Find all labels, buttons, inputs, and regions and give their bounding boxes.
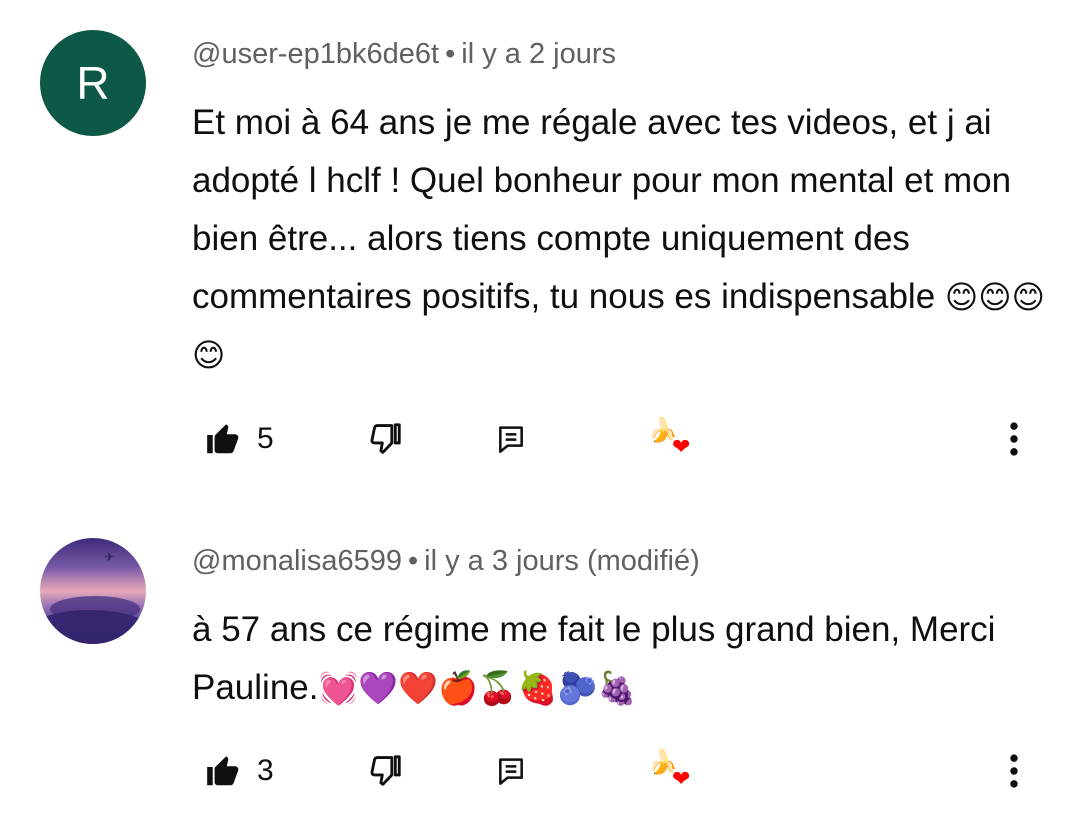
comment-header: @user-ep1bk6de6t • il y a 2 jours	[192, 38, 616, 71]
thumbs-down-icon	[370, 755, 401, 786]
comment-emojis: 💓💜❤️🍎🍒🍓🫐🍇	[318, 670, 638, 706]
comment-header: @monalisa6599 • il y a 3 jours (modifié)	[192, 545, 700, 578]
like-button[interactable]: 5	[203, 414, 274, 464]
comment-time: il y a 3 jours (modifié)	[424, 545, 700, 577]
thumbs-up-icon	[207, 424, 239, 454]
avatar[interactable]: R	[40, 30, 146, 136]
comment-item: ✈ @monalisa6599 • il y a 3 jours (modifié)…	[0, 500, 1079, 836]
thumbs-up-icon	[207, 756, 239, 786]
creator-heart-badge: 🍌 ❤	[648, 414, 696, 464]
like-count: 3	[257, 754, 274, 787]
author-handle[interactable]: @monalisa6599	[192, 545, 402, 577]
like-button[interactable]: 3	[203, 746, 274, 796]
comment-text-block: à 57 ans ce régime me fait le plus grand…	[192, 601, 1052, 717]
like-count: 5	[257, 422, 274, 455]
meta-separator: •	[445, 38, 456, 70]
dislike-button[interactable]	[365, 746, 405, 796]
creator-heart-icon: 🍌 ❤	[648, 748, 696, 794]
reply-button[interactable]	[495, 414, 527, 464]
reply-button[interactable]	[495, 746, 527, 796]
avatar-letter: R	[76, 57, 110, 109]
author-handle[interactable]: @user-ep1bk6de6t	[192, 38, 439, 70]
more-vertical-icon	[1010, 754, 1018, 788]
comment-item: R @user-ep1bk6de6t • il y a 2 jours Et moi…	[0, 0, 1079, 500]
meta-separator: •	[408, 545, 419, 577]
heart-icon: ❤	[672, 434, 691, 459]
comment-text-block: Et moi à 64 ans je me régale avec tes vi…	[192, 94, 1052, 384]
heart-icon: ❤	[672, 766, 691, 791]
comment-reply-icon	[499, 426, 523, 453]
comment-time: il y a 2 jours	[461, 38, 616, 70]
dislike-button[interactable]	[365, 414, 405, 464]
comment-actions: 3 🍌 ❤	[0, 746, 1079, 796]
avatar[interactable]: ✈	[40, 538, 146, 644]
thumbs-down-icon	[370, 423, 401, 454]
more-vertical-icon	[1010, 422, 1018, 456]
comment-actions: 5 🍌 ❤	[0, 414, 1079, 464]
comment-reply-icon	[499, 758, 523, 785]
avatar-image-cloud	[40, 610, 146, 644]
creator-heart-badge: 🍌 ❤	[648, 746, 696, 796]
comment-text: Et moi à 64 ans je me régale avec tes vi…	[192, 103, 1012, 316]
avatar-image-bird: ✈	[104, 550, 115, 564]
more-options-button[interactable]	[1000, 746, 1028, 796]
creator-heart-icon: 🍌 ❤	[648, 416, 696, 462]
more-options-button[interactable]	[1000, 414, 1028, 464]
